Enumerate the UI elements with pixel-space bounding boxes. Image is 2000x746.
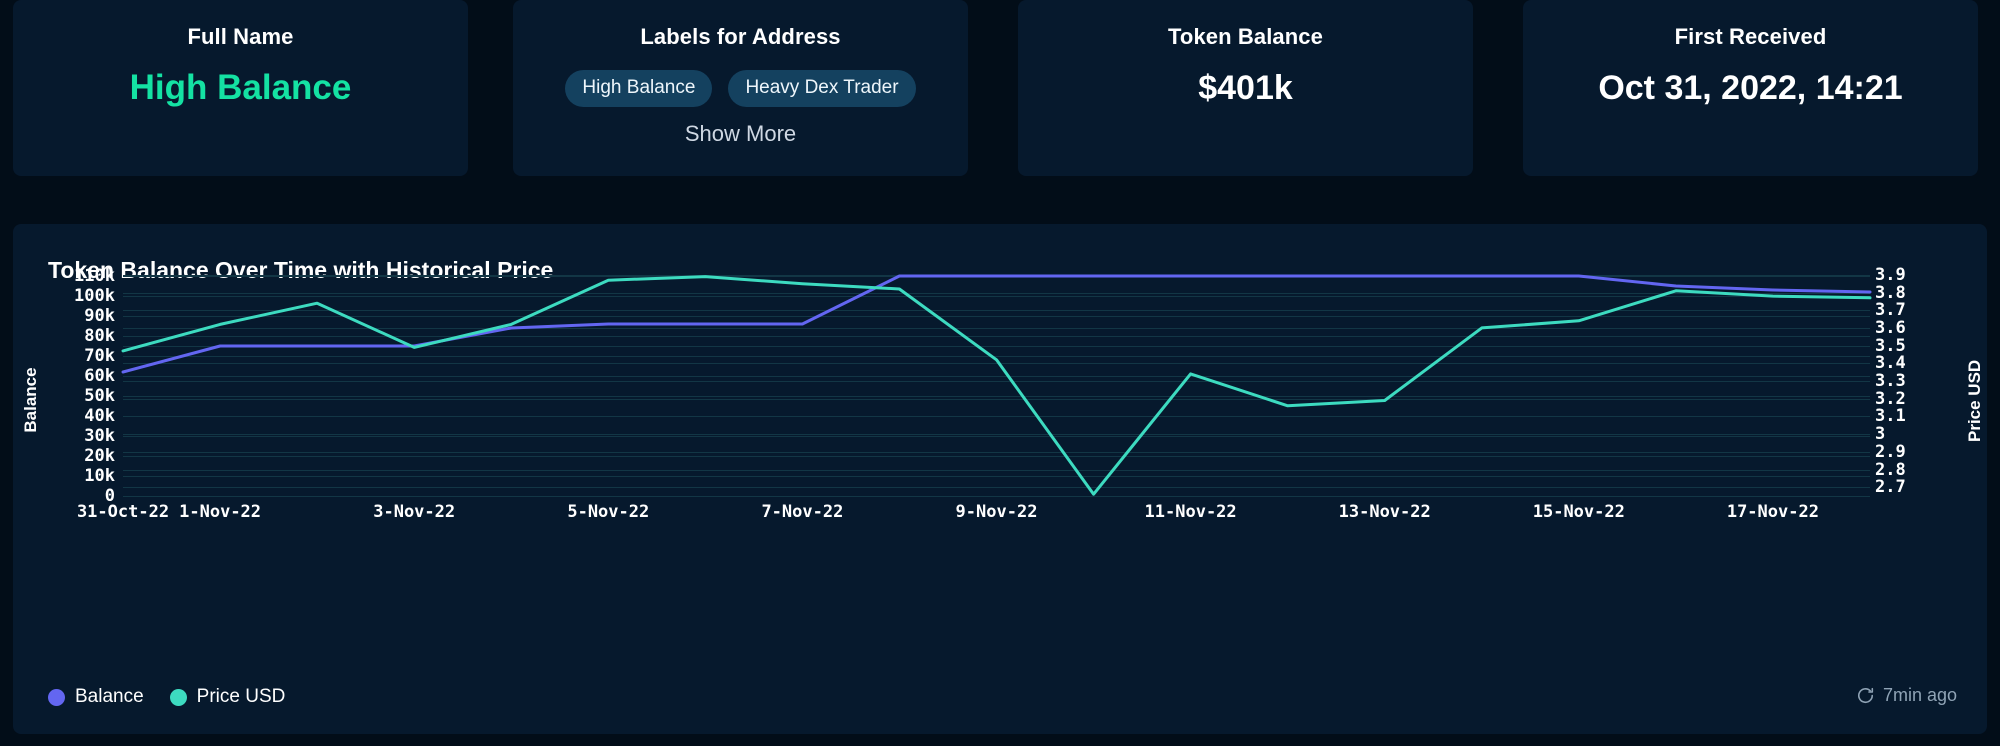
stat-cards-row: Full Name High Balance Labels for Addres… — [0, 0, 2000, 176]
legend-label: Balance — [75, 686, 144, 707]
chart-line-balance — [121, 274, 1872, 374]
legend-item-balance[interactable]: Balance — [48, 686, 144, 708]
token-balance-value: $401k — [1198, 69, 1293, 107]
chart-line-price-usd — [121, 275, 1872, 496]
address-label-badges: High Balance Heavy Dex Trader — [565, 70, 916, 107]
card-title: First Received — [1674, 24, 1827, 49]
legend-label: Price USD — [196, 686, 286, 707]
legend-color-dot-icon — [48, 688, 65, 706]
card-labels-for-address: Labels for Address High Balance Heavy De… — [513, 0, 968, 176]
dashboard-page: Full Name High Balance Labels for Addres… — [0, 0, 2000, 746]
full-name-value: High Balance — [129, 68, 352, 107]
chart-panel: Token Balance Over Time with Historical … — [13, 224, 1987, 734]
card-title: Labels for Address — [640, 24, 841, 49]
first-received-value: Oct 31, 2022, 14:21 — [1598, 69, 1903, 107]
show-more-button[interactable]: Show More — [685, 121, 796, 147]
chart-plot-area: 0 10k 20k 30k 40k 50k 60k 70k 80k 90k 100k 110k 2.7… — [13, 224, 1987, 734]
card-token-balance: Token Balance $401k — [1018, 0, 1473, 176]
refresh-clock-icon — [1856, 686, 1875, 705]
last-updated: 7min ago — [1856, 685, 1957, 706]
card-title: Full Name — [187, 24, 294, 49]
address-label-badge[interactable]: High Balance — [565, 70, 713, 107]
address-label-badge[interactable]: Heavy Dex Trader — [728, 70, 916, 107]
chart-legend: Balance Price USD — [48, 686, 285, 708]
card-full-name: Full Name High Balance — [13, 0, 468, 176]
legend-item-price-usd[interactable]: Price USD — [169, 686, 286, 708]
card-title: Token Balance — [1168, 24, 1323, 49]
legend-color-dot-icon — [169, 688, 187, 706]
last-updated-text: 7min ago — [1882, 685, 1957, 705]
card-first-received: First Received Oct 31, 2022, 14:21 — [1523, 0, 1978, 176]
chart-series-svg — [121, 274, 1872, 496]
